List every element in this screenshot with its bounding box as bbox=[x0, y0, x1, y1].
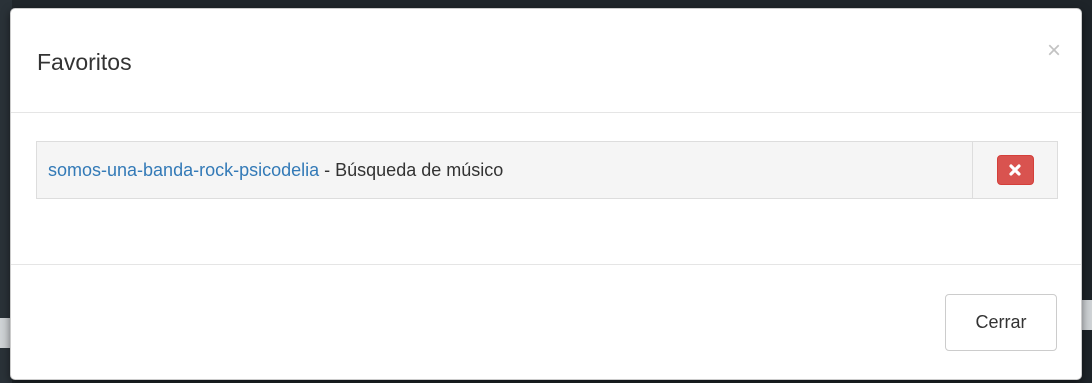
modal-title: Favoritos bbox=[37, 49, 132, 75]
remove-icon bbox=[1009, 164, 1021, 176]
favorites-modal: Favoritos × somos-una-banda-rock-psicode… bbox=[10, 8, 1082, 380]
favorite-separator: - bbox=[319, 159, 336, 180]
modal-body: somos-una-banda-rock-psicodelia - Búsque… bbox=[11, 113, 1081, 265]
favorite-link[interactable]: somos-una-banda-rock-psicodelia bbox=[48, 160, 319, 181]
modal-header: Favoritos × bbox=[11, 9, 1081, 113]
favorite-cell: somos-una-banda-rock-psicodelia - Búsque… bbox=[37, 142, 973, 198]
close-icon[interactable]: × bbox=[1047, 39, 1061, 63]
favorite-description: Búsqueda de músico bbox=[335, 159, 504, 180]
favorites-row: somos-una-banda-rock-psicodelia - Búsque… bbox=[36, 141, 1058, 199]
delete-favorite-button[interactable] bbox=[996, 155, 1034, 185]
close-button[interactable]: Cerrar bbox=[945, 294, 1057, 351]
modal-footer: Cerrar bbox=[11, 265, 1081, 379]
favorite-actions-cell bbox=[973, 142, 1057, 198]
